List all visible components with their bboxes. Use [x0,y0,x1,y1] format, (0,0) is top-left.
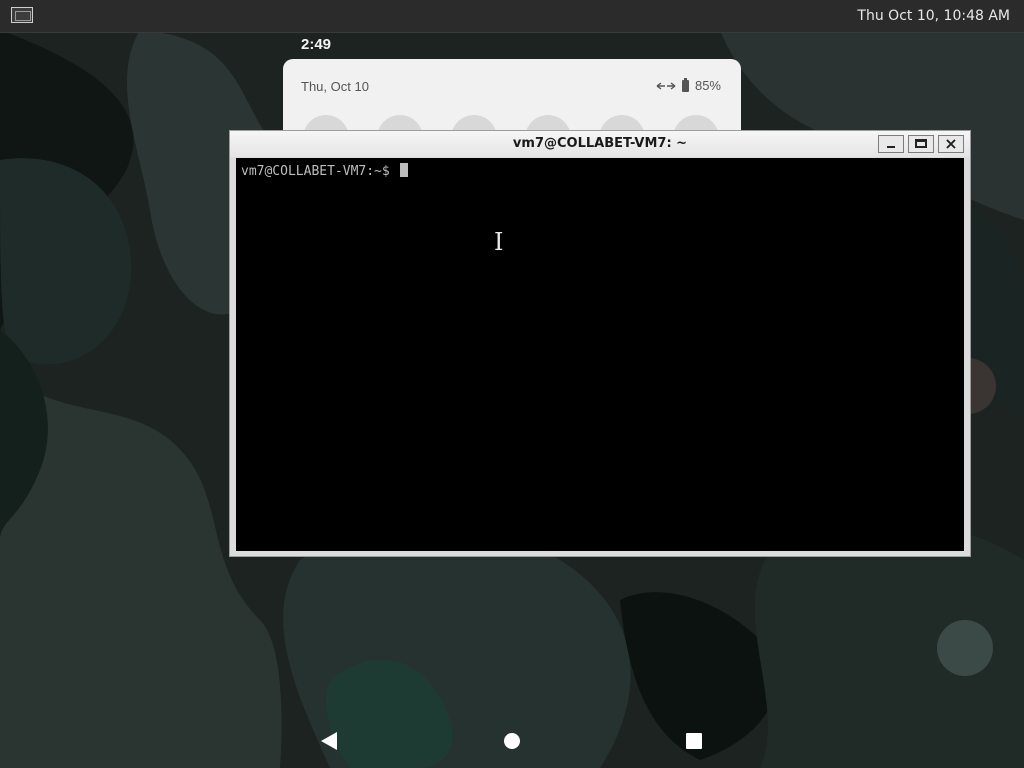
close-icon: × [944,134,958,153]
terminal-titlebar[interactable]: vm7@COLLABET-VM7: ~ × [230,131,970,157]
shade-status: 85% [656,77,721,93]
shade-date: Thu, Oct 10 [301,79,369,94]
back-icon[interactable] [320,731,338,751]
shade-time: 2:49 [301,36,332,53]
battery-icon [681,77,689,92]
terminal-launcher-icon[interactable] [11,7,33,23]
prompt-text: vm7@COLLABET-VM7:~$ [241,164,398,179]
maximize-icon [915,139,927,148]
terminal-window[interactable]: vm7@COLLABET-VM7: ~ × vm7@COLLABET-VM7:~… [229,130,971,557]
text-cursor [399,163,408,177]
terminal-output[interactable]: vm7@COLLABET-VM7:~$ I [236,158,964,551]
panel-clock[interactable]: Thu Oct 10, 10:48 AM [857,8,1010,24]
shell-prompt: vm7@COLLABET-VM7:~$ [241,163,408,179]
window-title: vm7@COLLABET-VM7: ~ [512,136,688,151]
battery-level: 85% [694,78,721,93]
minimize-button[interactable] [878,135,904,153]
ibeam-cursor-icon: I [494,228,504,256]
data-transfer-icon [656,81,676,90]
home-icon[interactable] [504,733,520,749]
close-button[interactable]: × [938,135,964,153]
recents-icon[interactable] [686,733,702,749]
app-icon[interactable] [937,620,993,676]
maximize-button[interactable] [908,135,934,153]
top-panel: Thu Oct 10, 10:48 AM [0,0,1024,33]
minimize-icon [887,146,895,148]
